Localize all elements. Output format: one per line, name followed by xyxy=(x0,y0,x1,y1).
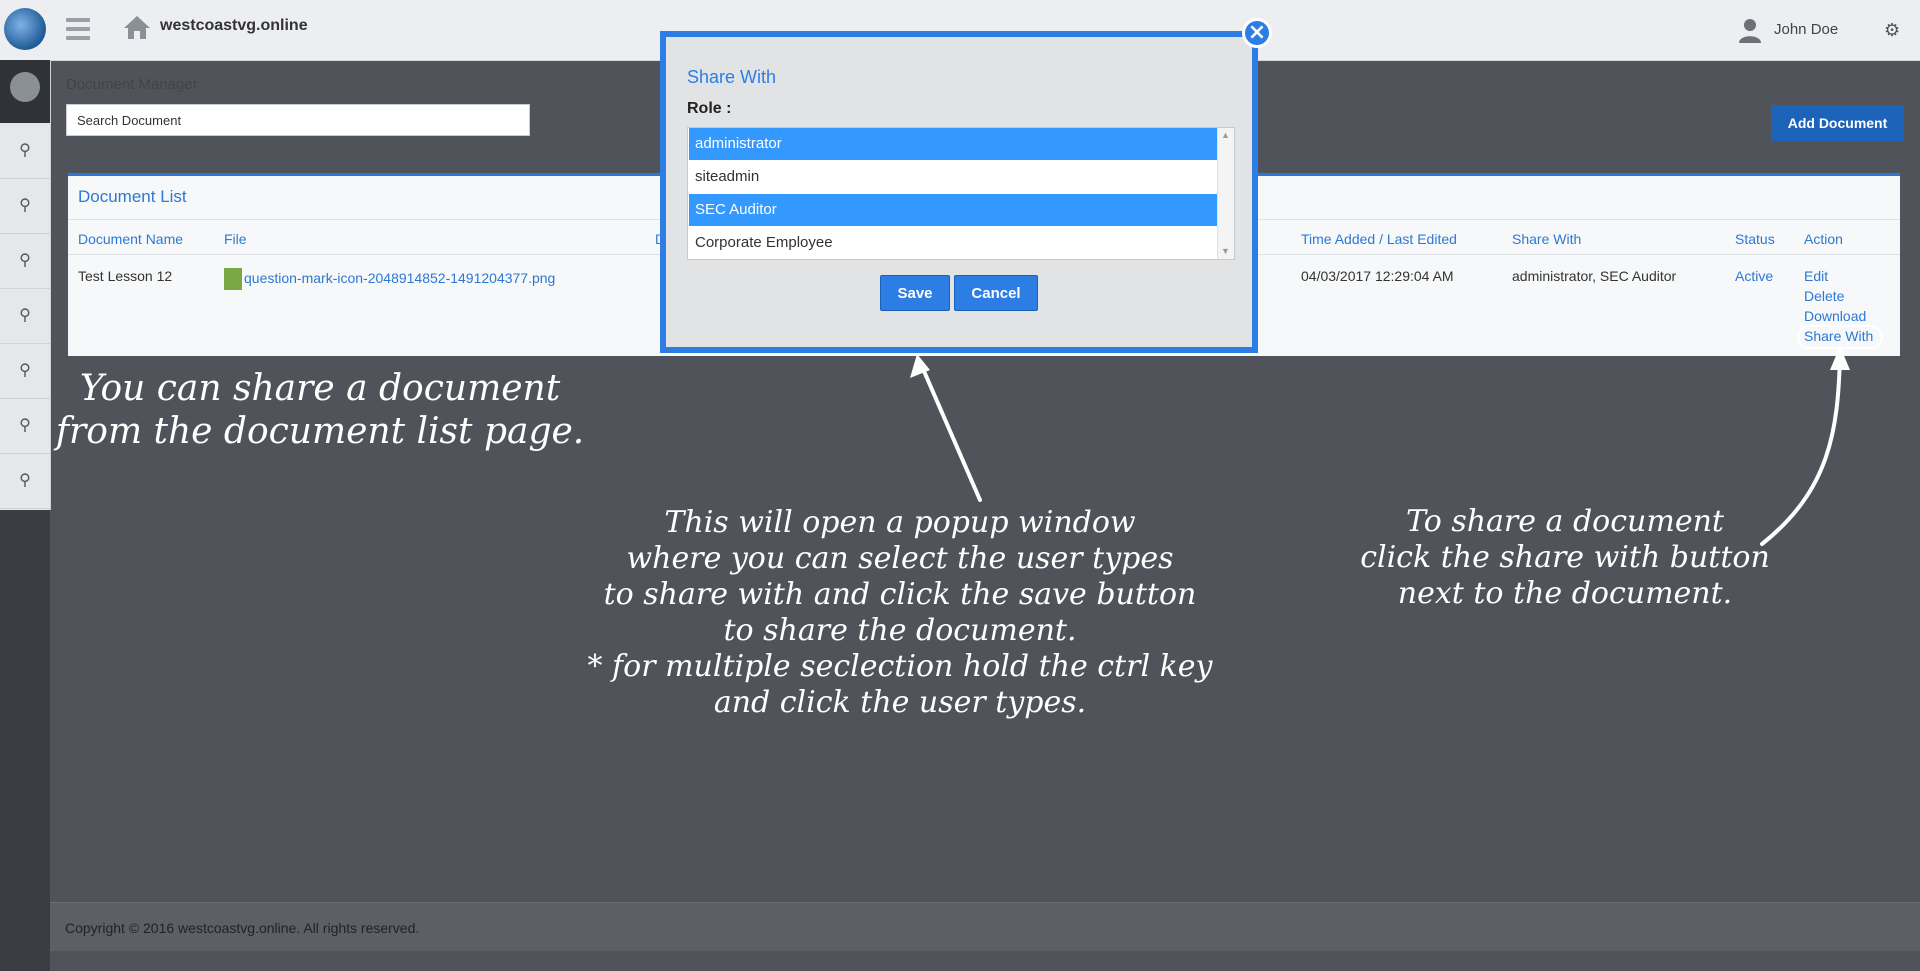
annotation-right: To share a document click the share with… xyxy=(1360,504,1770,611)
scroll-up-icon[interactable]: ▲ xyxy=(1221,130,1230,140)
add-document-button[interactable]: Add Document xyxy=(1771,105,1904,141)
sidebar-link-icon[interactable]: ⚲ xyxy=(0,178,50,234)
column-header[interactable]: Status xyxy=(1735,231,1775,247)
role-multiselect[interactable]: administrator siteadmin SEC Auditor Corp… xyxy=(687,127,1235,260)
page-title: Document Manager xyxy=(66,76,198,93)
site-name-link[interactable]: westcoastvg.online xyxy=(160,17,308,35)
cancel-button[interactable]: Cancel xyxy=(954,275,1038,311)
sidebar: ⚲ ⚲ ⚲ ⚲ ⚲ ⚲ ⚲ xyxy=(0,60,51,510)
user-name[interactable]: John Doe xyxy=(1774,21,1838,38)
share-with-value: administrator, SEC Auditor xyxy=(1512,268,1677,284)
copyright-text: Copyright © 2016 westcoastvg.online. All… xyxy=(65,920,420,936)
footer: Copyright © 2016 westcoastvg.online. All… xyxy=(50,902,1920,951)
annotation-left: You can share a document from the docume… xyxy=(55,368,585,452)
column-header[interactable]: Share With xyxy=(1512,231,1581,247)
role-label: Role : xyxy=(687,100,732,117)
sidebar-link-icon[interactable]: ⚲ xyxy=(0,453,50,509)
settings-icon[interactable]: ⚙ xyxy=(1884,20,1900,41)
document-list-title: Document List xyxy=(78,187,187,206)
column-header[interactable]: Action xyxy=(1804,231,1843,247)
share-with-highlight xyxy=(1797,325,1883,349)
arrow-to-modal xyxy=(918,360,982,502)
column-header[interactable]: File xyxy=(224,231,247,247)
status-badge: Active xyxy=(1735,268,1774,284)
search-input[interactable]: Search Document xyxy=(66,104,530,136)
role-option[interactable]: SEC Auditor xyxy=(689,194,1218,226)
role-option[interactable]: siteadmin xyxy=(689,161,1218,193)
column-header[interactable]: Time Added / Last Edited xyxy=(1301,231,1457,247)
download-link[interactable]: Download xyxy=(1804,308,1866,324)
time-added: 04/03/2017 12:29:04 AM xyxy=(1301,268,1454,284)
edit-link[interactable]: Edit xyxy=(1804,268,1828,284)
image-file-icon xyxy=(224,268,242,290)
file-link[interactable]: question-mark-icon-2048914852-1491204377… xyxy=(244,270,555,286)
delete-link[interactable]: Delete xyxy=(1804,288,1844,304)
site-logo[interactable] xyxy=(4,8,46,50)
sidebar-link-icon[interactable]: ⚲ xyxy=(0,343,50,399)
sidebar-link-icon[interactable]: ⚲ xyxy=(0,233,50,289)
modal-body: Share With Role : administrator siteadmi… xyxy=(666,37,1252,347)
sidebar-background xyxy=(0,510,50,971)
scroll-down-icon[interactable]: ▼ xyxy=(1221,246,1230,256)
arrow-head-icon xyxy=(910,354,930,378)
user-avatar-icon[interactable] xyxy=(1737,17,1763,43)
document-name: Test Lesson 12 xyxy=(78,268,173,284)
role-list-scrollbar[interactable]: ▲ ▼ xyxy=(1217,128,1234,259)
column-header[interactable]: Document Name xyxy=(78,231,183,247)
home-icon[interactable] xyxy=(122,14,152,40)
sidebar-link-icon[interactable]: ⚲ xyxy=(0,123,50,179)
annotation-middle: This will open a popup window where you … xyxy=(587,505,1213,720)
role-option[interactable]: Corporate Employee xyxy=(689,227,1218,259)
role-option[interactable]: administrator xyxy=(689,128,1218,160)
sidebar-link-icon[interactable]: ⚲ xyxy=(0,398,50,454)
modal-title: Share With xyxy=(687,67,777,87)
sidebar-link-icon[interactable]: ⚲ xyxy=(0,288,50,344)
close-icon[interactable]: × xyxy=(1242,18,1272,48)
sidebar-avatar xyxy=(0,60,50,123)
save-button[interactable]: Save xyxy=(880,275,950,311)
share-with-modal: Share With Role : administrator siteadmi… xyxy=(660,31,1258,353)
menu-icon[interactable] xyxy=(66,18,90,45)
